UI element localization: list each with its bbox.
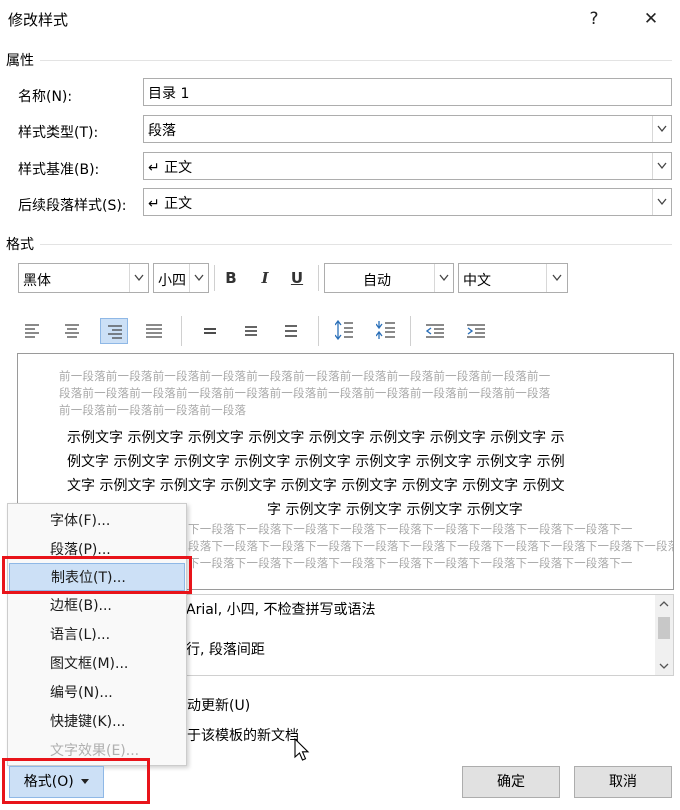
align-left-icon xyxy=(25,324,39,338)
script-select[interactable]: 中文 xyxy=(458,263,568,293)
double-spacing-button[interactable] xyxy=(277,318,305,344)
font-select[interactable]: 黑体 xyxy=(18,263,149,293)
italic-button[interactable]: I xyxy=(252,265,278,291)
menu-item-numbering[interactable]: 编号(N)... xyxy=(9,679,185,707)
toolbar-separator xyxy=(214,265,215,291)
chevron-down-icon[interactable] xyxy=(546,264,567,292)
preview-sample-text: 示例文字 示例文字 示例文字 示例文字 示例文字 示例文字 示例文字 示例文字 … xyxy=(67,430,565,446)
align-center-icon xyxy=(65,324,79,338)
formatting-section-label: 格式 xyxy=(6,237,34,253)
menu-item-language[interactable]: 语言(L)... xyxy=(9,621,185,649)
chevron-down-icon[interactable] xyxy=(129,264,148,292)
close-icon: ✕ xyxy=(643,9,659,29)
description-line: 行, 段落间距 xyxy=(186,642,265,658)
name-label: 名称(N): xyxy=(18,89,73,105)
chevron-down-icon[interactable] xyxy=(434,264,453,292)
highlight-box-format xyxy=(2,758,150,804)
description-line: Arial, 小四, 不检查拼写或语法 xyxy=(186,602,376,618)
preview-next-paragraph: 下一段落下一段落下一段落下一段落下一段落下一段落下一段落下一段落下一段落下一 xyxy=(188,556,633,570)
single-spacing-icon xyxy=(204,328,216,334)
highlight-box-tabs xyxy=(2,556,192,594)
preview-next-paragraph: 段落下一段落下一段落下一段落下一段落下一段落下一段落下一段落下一段落下一段落下一… xyxy=(188,539,674,553)
help-button[interactable]: ? xyxy=(580,6,608,32)
auto-update-checkbox-label[interactable]: 动更新(U) xyxy=(187,695,250,715)
based-on-select[interactable]: ↵ 正文 xyxy=(143,152,672,180)
justify-icon xyxy=(146,324,162,338)
style-type-select[interactable]: 段落 xyxy=(143,115,672,143)
preview-sample-text: 例文字 示例文字 示例文字 示例文字 示例文字 示例文字 示例文字 示例文字 示… xyxy=(67,454,565,470)
based-on-value: ↵ 正文 xyxy=(148,160,193,176)
preview-sample-text: 字 示例文字 示例文字 示例文字 示例文字 xyxy=(267,502,523,518)
script-value: 中文 xyxy=(463,273,491,289)
increase-spacing-icon xyxy=(335,320,353,340)
toolbar-separator xyxy=(181,316,182,346)
chevron-down-icon[interactable] xyxy=(652,116,671,142)
decrease-indent-icon xyxy=(426,324,444,338)
menu-item-border[interactable]: 边框(B)... xyxy=(9,592,185,620)
decrease-spacing-icon xyxy=(376,321,395,339)
cancel-button[interactable]: 取消 xyxy=(574,766,672,798)
preview-previous-paragraph: 前一段落前一段落前一段落前一段落前一段落前一段落前一段落前一段落前一段落前一段落… xyxy=(59,369,551,383)
style-type-label: 样式类型(T): xyxy=(18,125,99,141)
preview-previous-paragraph: 前一段落前一段落前一段落前一段落 xyxy=(59,403,247,417)
preview-previous-paragraph: 段落前一段落前一段落前一段落前一段落前一段落前一段落前一段落前一段落前一段落前一… xyxy=(59,386,551,400)
close-button[interactable]: ✕ xyxy=(637,6,665,32)
new-documents-radio-label[interactable]: 于该模板的新文档 xyxy=(187,725,299,745)
toolbar-separator xyxy=(318,316,319,346)
preview-next-paragraph: 下一段落下一段落下一段落下一段落下一段落下一段落下一段落下一段落下一段落下一 xyxy=(188,522,633,536)
description-scrollbar[interactable] xyxy=(655,595,673,675)
size-select[interactable]: 小四 xyxy=(153,263,209,293)
align-right-icon xyxy=(108,325,122,339)
menu-item-frame[interactable]: 图文框(M)... xyxy=(9,650,185,678)
chevron-down-icon xyxy=(659,663,669,669)
menu-item-font[interactable]: 字体(F)... xyxy=(9,507,185,535)
formatting-divider xyxy=(40,244,672,245)
properties-section-label: 属性 xyxy=(6,53,34,69)
menu-item-shortcut-key[interactable]: 快捷键(K)... xyxy=(9,708,185,736)
ok-button[interactable]: 确定 xyxy=(462,766,560,798)
chevron-down-icon[interactable] xyxy=(189,264,208,292)
chevron-down-icon[interactable] xyxy=(652,189,671,215)
justify-button[interactable] xyxy=(140,318,168,344)
toolbar-separator xyxy=(410,316,411,346)
based-on-label: 样式基准(B): xyxy=(18,162,100,178)
one-half-spacing-icon xyxy=(245,326,257,336)
decrease-indent-button[interactable] xyxy=(420,318,448,344)
scrollbar-thumb[interactable] xyxy=(658,617,670,639)
chevron-up-icon xyxy=(659,601,669,607)
align-left-button[interactable] xyxy=(19,318,47,344)
bold-button[interactable]: B xyxy=(218,265,244,291)
preview-sample-text: 文字 示例文字 示例文字 示例文字 示例文字 示例文字 示例文字 示例文字 示例… xyxy=(67,478,565,494)
chevron-down-icon[interactable] xyxy=(652,153,671,179)
decrease-spacing-button[interactable] xyxy=(372,316,400,346)
double-spacing-icon xyxy=(285,325,297,337)
font-color-value: 自动 xyxy=(363,273,391,289)
name-field[interactable]: 目录 1 xyxy=(143,78,672,106)
toolbar-separator xyxy=(318,265,319,291)
name-value: 目录 1 xyxy=(148,86,190,102)
font-value: 黑体 xyxy=(23,273,51,289)
next-style-label: 后续段落样式(S): xyxy=(18,198,127,214)
next-style-value: ↵ 正文 xyxy=(148,196,193,212)
size-value: 小四 xyxy=(158,273,186,289)
underline-button[interactable]: U xyxy=(284,265,310,291)
increase-indent-icon xyxy=(467,324,485,338)
style-type-value: 段落 xyxy=(148,123,176,139)
increase-indent-button[interactable] xyxy=(461,318,489,344)
mouse-cursor-icon xyxy=(294,738,310,761)
next-style-select[interactable]: ↵ 正文 xyxy=(143,188,672,216)
align-right-button[interactable] xyxy=(100,318,128,344)
single-spacing-button[interactable] xyxy=(196,318,224,344)
dialog-title: 修改样式 xyxy=(8,11,69,29)
one-half-spacing-button[interactable] xyxy=(237,318,265,344)
properties-divider xyxy=(40,60,672,61)
increase-spacing-button[interactable] xyxy=(330,316,358,346)
align-center-button[interactable] xyxy=(58,318,86,344)
format-menu: 字体(F)... 段落(P)... 制表位(T)... 边框(B)... 语言(… xyxy=(7,503,187,766)
font-color-select[interactable]: 自动 xyxy=(324,263,454,293)
